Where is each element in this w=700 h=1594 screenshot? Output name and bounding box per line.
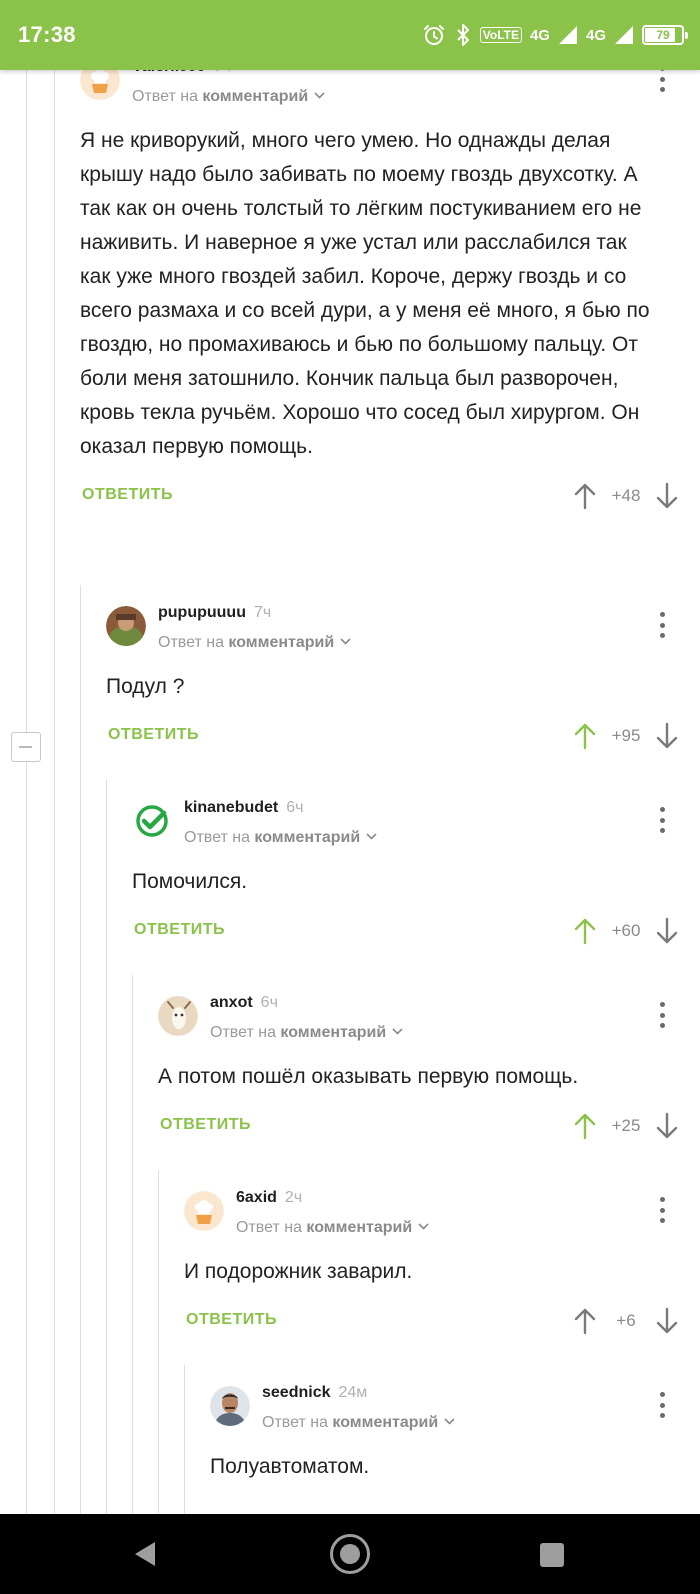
chevron-down-icon [418,1217,429,1235]
checkmark-avatar[interactable] [132,801,172,841]
recent-apps-icon[interactable] [540,1543,564,1567]
battery-icon: 79 [642,25,688,45]
reply-button[interactable]: ОТВЕТИТЬ [82,486,173,504]
vote-controls: +25 [574,1108,678,1144]
chevron-down-icon [340,632,351,650]
more-options-icon[interactable] [652,1195,672,1225]
downvote-icon[interactable] [656,1112,678,1140]
comment-time: 24м [338,1384,368,1401]
collapse-thread-button[interactable] [11,732,41,762]
reply-to[interactable]: Ответ на комментарий [132,86,325,106]
username[interactable]: 6axid [236,1189,277,1206]
vote-controls: +6 [574,1303,678,1339]
man-photo-avatar[interactable] [210,1386,250,1426]
goat-avatar[interactable] [158,996,198,1036]
comment-text: Подул ? [106,675,185,698]
thread-line [184,1365,185,1514]
comment-time: 2ч [284,1189,303,1206]
reply-button[interactable]: ОТВЕТИТЬ [108,726,199,744]
network-label-2: 4G [585,26,606,44]
comment: seednick 24м Ответ на комментарий Полуавт… [210,1384,700,1484]
status-bar: 17:38 VoLTE 4G 4G 79 [0,0,700,70]
comment-text: Полуавтоматом. [210,1455,370,1478]
comment: kinanebudet 6ч Ответ на комментарий Помоч… [132,799,700,951]
thread-line [26,70,27,1514]
signal-icon [558,25,578,45]
more-options-icon[interactable] [652,805,672,835]
signal-icon [614,25,634,45]
upvote-icon[interactable] [574,1307,596,1335]
thread-line [54,70,55,1514]
reply-button[interactable]: ОТВЕТИТЬ [186,1311,277,1329]
downvote-icon[interactable] [656,722,678,750]
status-icons: VoLTE 4G 4G 79 [422,20,688,50]
downvote-icon[interactable] [656,917,678,945]
chevron-down-icon [366,827,377,845]
reply-button[interactable]: ОТВЕТИТЬ [134,921,225,939]
photo-avatar[interactable] [106,606,146,646]
upvote-icon[interactable] [574,722,596,750]
comment: 6axid 2ч Ответ на комментарий И подорожни… [184,1189,700,1341]
reply-to[interactable]: Ответ на комментарий [158,632,351,652]
thread-line [106,780,107,1514]
username[interactable]: seednick [262,1384,330,1401]
thread-line [132,975,133,1514]
upvote-icon[interactable] [574,1112,596,1140]
chevron-down-icon [444,1412,455,1430]
chef-avatar[interactable] [184,1191,224,1231]
username[interactable]: pupupuuuu [158,604,246,621]
thread-line [158,1170,159,1514]
chevron-down-icon [314,86,325,104]
vote-score: +6 [616,1311,636,1330]
reply-to[interactable]: Ответ на комментарий [184,827,377,847]
vote-score: +95 [611,726,641,745]
comment-time: 6ч [286,799,304,816]
downvote-icon[interactable] [656,1307,678,1335]
comment-text: А потом пошёл оказывать первую помощь. [158,1065,579,1088]
reply-to[interactable]: Ответ на комментарий [236,1217,429,1237]
username[interactable]: kinanebudet [184,799,278,816]
alarm-icon [422,23,446,47]
back-icon[interactable] [133,1541,157,1572]
vote-score: +48 [611,486,641,505]
vote-controls: +48 [574,478,678,514]
vote-controls: +95 [574,718,678,754]
network-label-1: 4G [529,26,550,44]
upvote-icon[interactable] [574,482,596,510]
vote-controls: +60 [574,913,678,949]
comment: anxot 6ч Ответ на комментарий А потом пош… [158,994,700,1146]
battery-level: 79 [656,28,670,42]
reply-to[interactable]: Ответ на комментарий [262,1412,455,1432]
chevron-down-icon [392,1022,403,1040]
vote-score: +25 [611,1116,641,1135]
comment-time: 7ч [253,604,272,621]
upvote-icon[interactable] [574,917,596,945]
reply-to[interactable]: Ответ на комментарий [210,1022,403,1042]
more-options-icon[interactable] [652,1390,672,1420]
comment: Valerii9997ч Ответ на комментарий Я не к… [80,58,700,516]
more-options-icon[interactable] [652,1000,672,1030]
comment-time: 6ч [260,994,278,1011]
comment: pupupuuuu 7ч Ответ на комментарий Подул ?… [106,604,700,756]
home-icon[interactable] [330,1534,370,1574]
reply-button[interactable]: ОТВЕТИТЬ [160,1116,251,1134]
comment-text: Помочился. [132,870,248,893]
bluetooth-icon [454,23,472,47]
downvote-icon[interactable] [656,482,678,510]
thread-line [80,585,81,1514]
more-options-icon[interactable] [652,610,672,640]
vote-score: +60 [611,921,641,940]
navigation-bar [0,1514,700,1594]
status-time: 17:38 [18,22,76,47]
comment-text: И подорожник заварил. [184,1260,413,1283]
comment-text: Я не криворукий, много чего умею. Но одн… [80,129,650,458]
volte-icon: VoLTE [479,27,522,43]
username[interactable]: anxot [210,994,253,1011]
